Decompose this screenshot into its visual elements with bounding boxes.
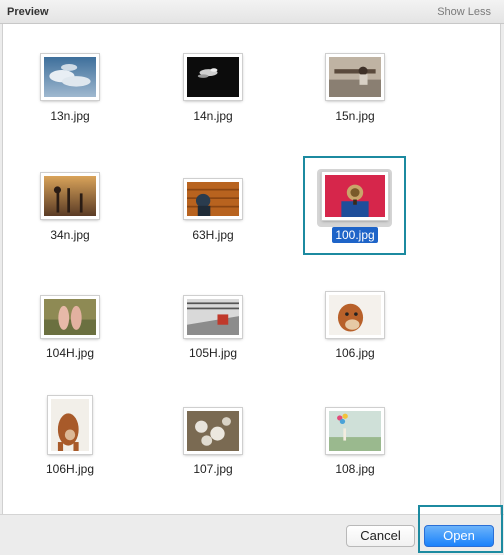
photo-thumbnail-icon (184, 408, 242, 454)
file-name: 106H.jpg (45, 462, 95, 476)
file-name: 34n.jpg (50, 228, 90, 242)
file-name: 108.jpg (335, 462, 375, 476)
file-item[interactable]: 104H.jpg (0, 290, 140, 380)
file-name: 107.jpg (193, 462, 233, 476)
open-button[interactable]: Open (424, 525, 494, 547)
file-item[interactable]: 13n.jpg (0, 48, 140, 138)
file-name: 14n.jpg (193, 109, 233, 123)
photo-thumbnail-icon (184, 179, 242, 219)
file-name: 13n.jpg (50, 109, 90, 123)
photo-thumbnail-icon (184, 54, 242, 100)
file-name: 100.jpg (285, 227, 425, 243)
photo-thumbnail-icon (184, 296, 242, 338)
file-name: 104H.jpg (45, 346, 95, 360)
file-item[interactable]: 14n.jpg (143, 48, 283, 138)
file-item[interactable]: 15n.jpg (285, 48, 425, 138)
preview-title: Preview (7, 6, 49, 18)
photo-thumbnail-icon (41, 296, 99, 338)
file-name: 15n.jpg (335, 109, 375, 123)
file-name: 105H.jpg (188, 346, 238, 360)
preview-header: Preview Show Less (0, 0, 504, 24)
photo-thumbnail-icon (326, 292, 384, 338)
photo-thumbnail-icon (41, 173, 99, 219)
file-item[interactable]: 105H.jpg (143, 290, 283, 380)
file-item[interactable]: 108.jpg (285, 394, 425, 484)
file-item[interactable]: 107.jpg (143, 394, 283, 484)
photo-thumbnail-icon (326, 54, 384, 100)
file-item-selected[interactable]: 100.jpg (285, 167, 425, 257)
file-item[interactable]: 63H.jpg (143, 167, 283, 257)
photo-thumbnail-icon (322, 172, 388, 220)
file-item[interactable]: 106H.jpg (0, 394, 140, 484)
photo-thumbnail-icon (41, 54, 99, 100)
photo-thumbnail-icon (48, 396, 92, 454)
file-name: 106.jpg (335, 346, 375, 360)
selected-file-name: 100.jpg (332, 227, 378, 243)
file-name: 63H.jpg (192, 228, 234, 242)
cancel-button[interactable]: Cancel (346, 525, 415, 547)
show-less-link[interactable]: Show Less (437, 6, 491, 18)
file-item[interactable]: 106.jpg (285, 290, 425, 380)
photo-thumbnail-icon (326, 408, 384, 454)
file-item[interactable]: 34n.jpg (0, 167, 140, 257)
dialog-footer: Cancel Open (0, 514, 504, 555)
